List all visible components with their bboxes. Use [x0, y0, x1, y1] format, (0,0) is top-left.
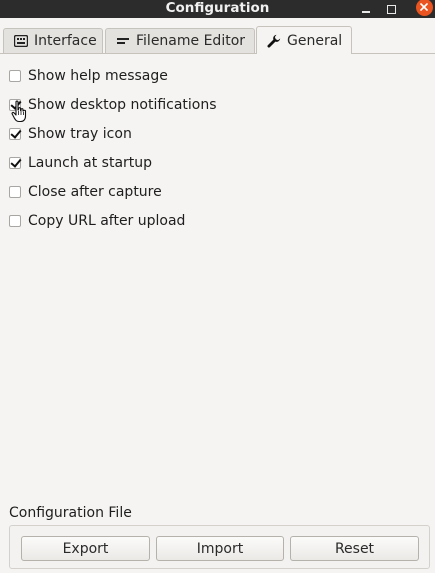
option-label: Show tray icon — [28, 126, 132, 142]
option-label: Copy URL after upload — [28, 213, 186, 229]
close-icon — [415, 0, 433, 16]
import-button[interactable]: Import — [156, 536, 284, 561]
hand-cursor-icon — [11, 100, 29, 124]
tab-bar: Interface Filename Editor General — [0, 26, 435, 54]
option-close-after-capture[interactable]: Close after capture — [9, 182, 162, 202]
maximize-button[interactable] — [381, 0, 401, 18]
wrench-icon — [267, 34, 281, 48]
checkbox-show-tray-icon[interactable] — [9, 128, 21, 140]
option-show-help-message[interactable]: Show help message — [9, 66, 168, 86]
close-button[interactable] — [413, 0, 435, 18]
checkbox-launch-at-startup[interactable] — [9, 157, 21, 169]
maximize-icon — [386, 4, 396, 14]
tab-filename-editor[interactable]: Filename Editor — [105, 28, 255, 53]
option-label: Close after capture — [28, 184, 162, 200]
option-show-tray-icon[interactable]: Show tray icon — [9, 124, 132, 144]
keyboard-icon — [14, 34, 28, 48]
tab-general[interactable]: General — [256, 26, 352, 54]
tab-bar-divider — [0, 53, 435, 54]
option-launch-at-startup[interactable]: Launch at startup — [9, 153, 152, 173]
tab-interface[interactable]: Interface — [3, 28, 103, 53]
checkbox-show-help-message[interactable] — [9, 70, 21, 82]
minimize-button[interactable] — [356, 0, 376, 18]
checkbox-copy-url-after-upload[interactable] — [9, 215, 21, 227]
checkbox-close-after-capture[interactable] — [9, 186, 21, 198]
window-titlebar: Configuration — [0, 0, 435, 18]
option-label: Show help message — [28, 68, 168, 84]
tab-general-label: General — [287, 32, 343, 49]
reset-button[interactable]: Reset — [290, 536, 419, 561]
export-button[interactable]: Export — [21, 536, 150, 561]
text-lines-icon — [116, 34, 130, 48]
option-copy-url-after-upload[interactable]: Copy URL after upload — [9, 211, 185, 231]
option-label: Launch at startup — [28, 155, 153, 171]
config-file-group-title: Configuration File — [9, 505, 132, 521]
option-label: Show desktop notifications — [28, 97, 217, 113]
tab-filename-editor-label: Filename Editor — [136, 33, 246, 49]
option-show-desktop-notifications[interactable]: Show desktop notifications — [9, 95, 217, 115]
tab-interface-label: Interface — [34, 33, 97, 49]
minimize-icon — [362, 11, 370, 13]
